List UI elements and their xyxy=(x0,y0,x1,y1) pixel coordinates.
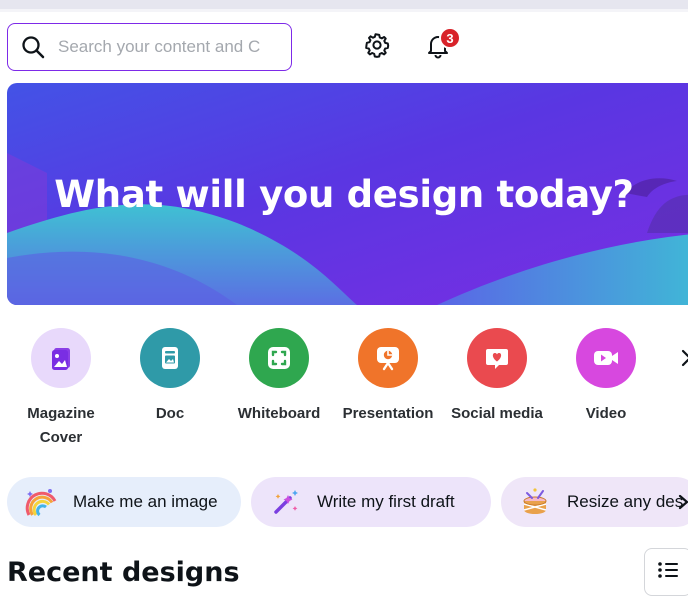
category-magazine-cover[interactable]: Magazine Cover xyxy=(6,328,116,450)
gear-icon xyxy=(363,31,391,64)
chip-label: Make me an image xyxy=(73,492,218,511)
search-input[interactable] xyxy=(56,36,290,58)
list-view-button[interactable] xyxy=(644,548,688,596)
video-icon xyxy=(576,328,636,388)
chip-write-my-first-draft[interactable]: Write my first draft xyxy=(251,477,491,527)
list-view-icon xyxy=(656,558,680,587)
chip-scroll-right-icon[interactable] xyxy=(677,492,688,512)
category-doc[interactable]: Doc xyxy=(115,328,225,426)
chip-label: Resize any des xyxy=(567,492,684,511)
notification-count-badge: 3 xyxy=(439,27,461,49)
recent-designs-heading: Recent designs xyxy=(7,557,240,588)
chip-make-me-an-image[interactable]: Make me an image xyxy=(7,477,241,527)
chip-resize-any-design[interactable]: Resize any des xyxy=(501,477,688,527)
category-label: Social media xyxy=(451,405,543,422)
category-video[interactable]: Video xyxy=(551,328,661,426)
category-label: Doc xyxy=(155,405,185,422)
hero-title: What will you design today? xyxy=(54,173,634,216)
chip-label: Write my first draft xyxy=(317,492,455,511)
category-presentation[interactable]: Presentation xyxy=(333,328,443,426)
presentation-icon xyxy=(358,328,418,388)
magic-wand-icon xyxy=(267,484,303,520)
category-social-media[interactable]: Social media xyxy=(442,328,552,426)
social-media-icon xyxy=(467,328,527,388)
scroll-right-chevron-icon[interactable] xyxy=(680,346,688,370)
category-label: Presentation xyxy=(342,405,434,422)
rainbow-icon xyxy=(23,484,59,520)
category-label: Whiteboard xyxy=(237,405,321,422)
category-label-line2: Cover xyxy=(39,429,83,446)
doc-icon xyxy=(140,328,200,388)
whiteboard-icon xyxy=(249,328,309,388)
top-bar-edge xyxy=(0,0,688,12)
category-label: Video xyxy=(585,405,627,422)
magazine-cover-icon xyxy=(31,328,91,388)
resize-drum-icon xyxy=(517,484,553,520)
category-whiteboard[interactable]: Whiteboard xyxy=(224,328,334,426)
settings-button[interactable] xyxy=(362,32,392,62)
category-label: Magazine xyxy=(27,405,95,422)
search-box[interactable] xyxy=(7,23,292,71)
search-icon xyxy=(20,34,46,60)
